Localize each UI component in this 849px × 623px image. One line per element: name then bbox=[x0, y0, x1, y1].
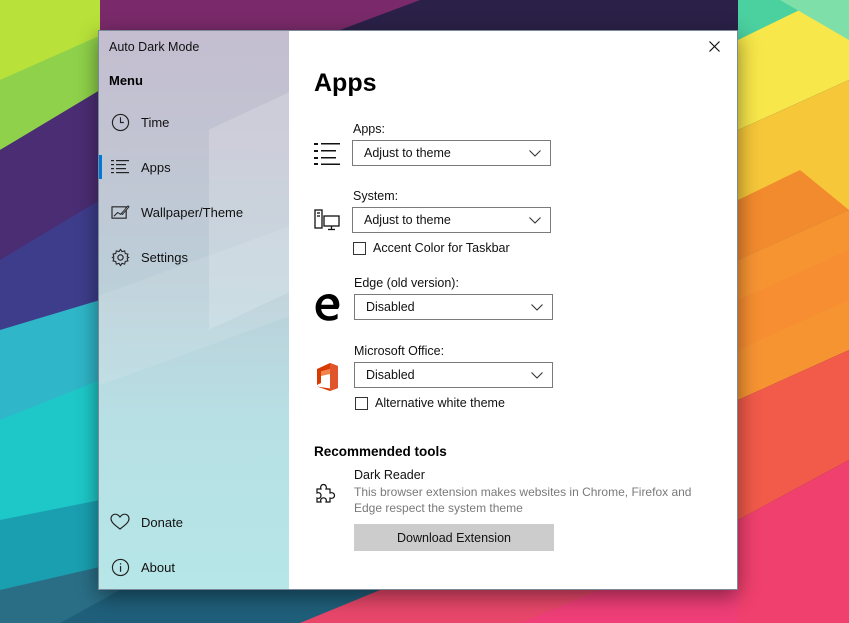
office-dropdown[interactable]: Disabled bbox=[354, 362, 553, 388]
checkbox-label: Accent Color for Taskbar bbox=[373, 241, 510, 255]
sidebar-item-donate[interactable]: Donate bbox=[99, 504, 289, 540]
page-title: Apps bbox=[314, 69, 377, 97]
download-extension-button[interactable]: Download Extension bbox=[354, 524, 554, 551]
chevron-down-icon bbox=[522, 303, 552, 311]
alternative-white-theme-checkbox[interactable]: Alternative white theme bbox=[355, 396, 505, 410]
sidebar-item-wallpaper-theme[interactable]: Wallpaper/Theme bbox=[99, 194, 289, 230]
info-icon bbox=[110, 557, 130, 577]
sidebar-item-label: Settings bbox=[141, 249, 188, 265]
desktop-icon bbox=[313, 207, 341, 233]
main-content: Apps Apps: Adjust to theme System: Adjus… bbox=[289, 31, 737, 589]
edge-icon bbox=[313, 292, 341, 322]
accent-color-taskbar-checkbox[interactable]: Accent Color for Taskbar bbox=[353, 241, 510, 255]
sidebar-item-about[interactable]: About bbox=[99, 549, 289, 585]
checkbox-box bbox=[355, 396, 368, 410]
heart-icon bbox=[110, 512, 130, 532]
edge-dropdown[interactable]: Disabled bbox=[354, 294, 553, 320]
sidebar: Auto Dark Mode Menu Time Apps Wallpaper/… bbox=[99, 31, 289, 589]
system-dropdown[interactable]: Adjust to theme bbox=[352, 207, 551, 233]
checkbox-box bbox=[353, 241, 366, 255]
chevron-down-icon bbox=[520, 216, 550, 224]
puzzle-icon bbox=[314, 481, 338, 505]
sidebar-item-label: About bbox=[141, 559, 175, 575]
chevron-down-icon bbox=[522, 371, 552, 379]
app-window: Auto Dark Mode Menu Time Apps Wallpaper/… bbox=[98, 30, 738, 590]
system-dropdown-value: Adjust to theme bbox=[364, 213, 451, 227]
recommended-tools-heading: Recommended tools bbox=[314, 444, 447, 459]
tool-description: This browser extension makes websites in… bbox=[354, 485, 692, 515]
office-label: Microsoft Office: bbox=[354, 344, 445, 358]
apps-dropdown[interactable]: Adjust to theme bbox=[352, 140, 551, 166]
gear-icon bbox=[110, 247, 130, 267]
apps-label: Apps: bbox=[353, 122, 385, 136]
sidebar-item-label: Time bbox=[141, 114, 170, 130]
apps-dropdown-value: Adjust to theme bbox=[364, 146, 451, 160]
close-icon bbox=[708, 39, 720, 57]
menu-header: Menu bbox=[109, 73, 143, 88]
sidebar-item-label: Apps bbox=[141, 159, 171, 175]
window-title: Auto Dark Mode bbox=[109, 40, 200, 54]
wallpaper-icon bbox=[110, 202, 130, 222]
sidebar-item-settings[interactable]: Settings bbox=[99, 239, 289, 275]
sidebar-item-label: Donate bbox=[141, 514, 183, 530]
sidebar-item-apps[interactable]: Apps bbox=[99, 149, 289, 185]
tool-name: Dark Reader bbox=[354, 468, 425, 482]
sidebar-item-time[interactable]: Time bbox=[99, 104, 289, 140]
list-icon bbox=[110, 157, 130, 177]
system-label: System: bbox=[353, 189, 399, 203]
list-icon bbox=[313, 141, 341, 167]
edge-dropdown-value: Disabled bbox=[366, 300, 415, 314]
office-dropdown-value: Disabled bbox=[366, 368, 415, 382]
close-button[interactable] bbox=[699, 37, 729, 59]
checkbox-label: Alternative white theme bbox=[375, 396, 505, 410]
office-icon bbox=[313, 361, 341, 393]
clock-icon bbox=[110, 112, 130, 132]
chevron-down-icon bbox=[520, 149, 550, 157]
sidebar-item-label: Wallpaper/Theme bbox=[141, 204, 244, 220]
edge-label: Edge (old version): bbox=[354, 276, 459, 290]
